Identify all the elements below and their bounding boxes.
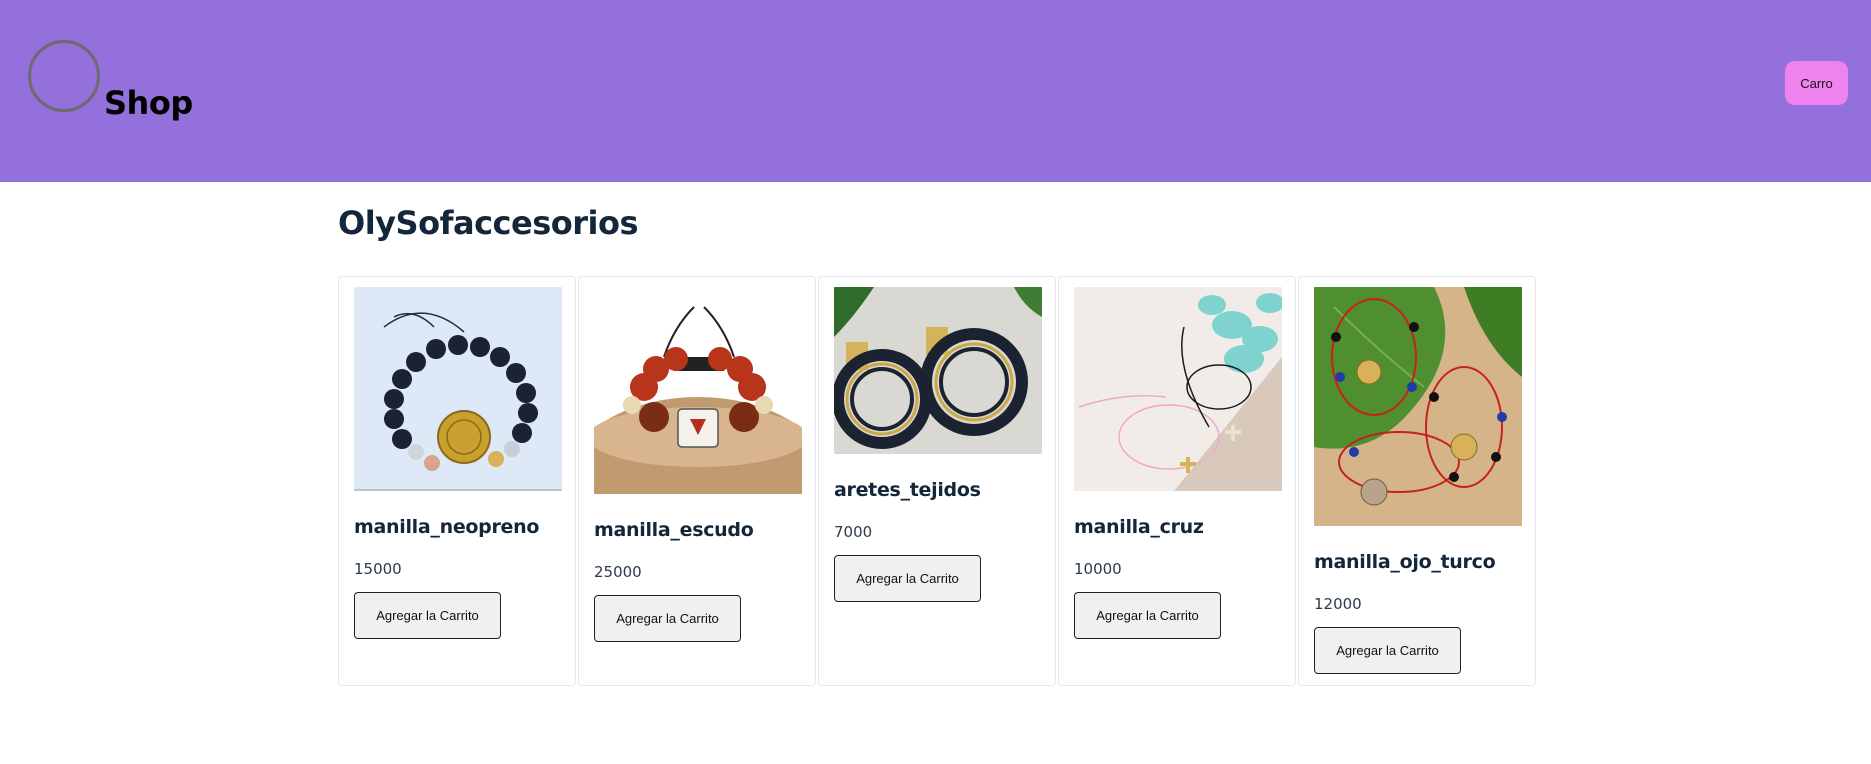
brand-title: Shop [104, 84, 193, 122]
add-to-cart-button[interactable]: Agregar la Carrito [354, 592, 501, 639]
add-to-cart-button[interactable]: Agregar la Carrito [594, 595, 741, 642]
product-image[interactable] [834, 287, 1042, 454]
add-to-cart-button[interactable]: Agregar la Carrito [1074, 592, 1221, 639]
product-price: 10000 [1074, 560, 1122, 578]
product-card: manilla_neopreno 15000 Agregar la Carrit… [338, 276, 576, 686]
add-to-cart-button[interactable]: Agregar la Carrito [1314, 627, 1461, 674]
product-name: manilla_cruz [1074, 516, 1204, 538]
product-name: aretes_tejidos [834, 479, 981, 501]
product-price: 12000 [1314, 595, 1362, 613]
product-grid: manilla_neopreno 15000 Agregar la Carrit… [338, 276, 1538, 686]
product-card: aretes_tejidos 7000 Agregar la Carrito [818, 276, 1056, 686]
product-image[interactable] [594, 287, 802, 494]
cart-button[interactable]: Carro [1785, 61, 1848, 105]
store-title: OlySofaccesorios [338, 204, 639, 242]
product-image[interactable] [1074, 287, 1282, 491]
site-header: Shop Carro [0, 0, 1871, 182]
product-image[interactable] [1314, 287, 1522, 526]
product-card: manilla_escudo 25000 Agregar la Carrito [578, 276, 816, 686]
product-card: manilla_cruz 10000 Agregar la Carrito [1058, 276, 1296, 686]
product-name: manilla_escudo [594, 519, 754, 541]
product-price: 7000 [834, 523, 873, 541]
product-price: 25000 [594, 563, 642, 581]
product-card: manilla_ojo_turco 12000 Agregar la Carri… [1298, 276, 1536, 686]
product-name: manilla_neopreno [354, 516, 540, 538]
product-name: manilla_ojo_turco [1314, 551, 1496, 573]
product-price: 15000 [354, 560, 402, 578]
add-to-cart-button[interactable]: Agregar la Carrito [834, 555, 981, 602]
logo[interactable] [28, 40, 100, 112]
product-image[interactable] [354, 287, 562, 491]
